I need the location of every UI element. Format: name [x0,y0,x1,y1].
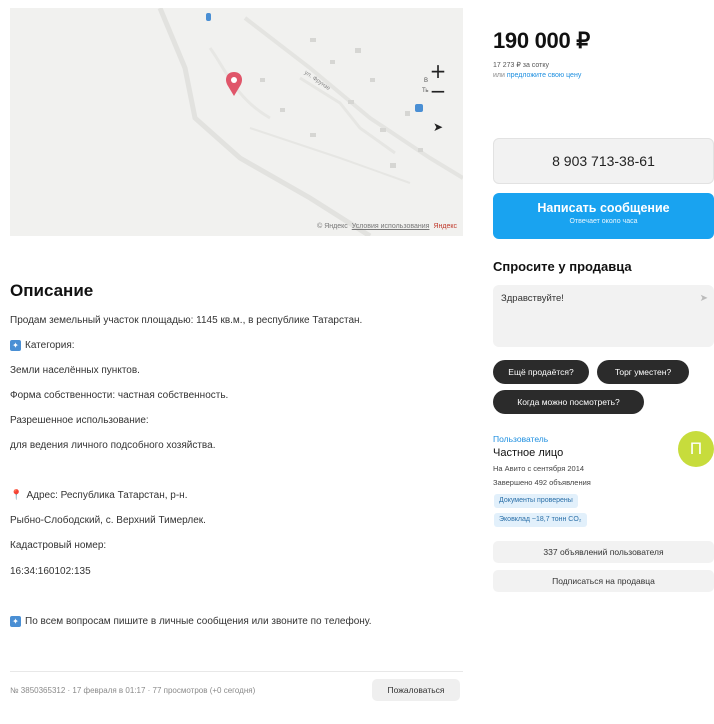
description-line-permitted-use: Разрешенное использование: [10,415,149,426]
response-time-label: Отвечает около часа [569,218,638,225]
geolocation-arrow-icon[interactable]: ➤ [427,116,449,138]
map-brand: Яндекс [433,223,457,230]
subscribe-seller-button[interactable]: Подписаться на продавца [493,570,714,592]
write-message-button[interactable]: Написать сообщение Отвечает около часа [493,193,714,239]
location-map[interactable]: ул. Фрунзе В Ть + − ➤ © Яндекс Условия и… [10,8,463,236]
offer-price-line: или предложите свою цену [493,72,582,79]
ask-seller-box: ➤ [493,285,714,347]
description-line-address-cont: Рыбно-Слободский, с. Верхний Тимерлек. [10,515,206,526]
description-title: Описание [10,281,94,300]
chip-when-to-view[interactable]: Когда можно посмотреть? [493,390,644,414]
info-square-icon: ✦ [10,616,21,627]
badge-eco-contribution: Эковклад ~18,7 тонн CO₂ [494,513,587,527]
footer-divider [10,671,463,672]
description-line-area: Продам земельный участок площадью: 1145 … [10,315,363,326]
description-line-permitted-use-value: для ведения личного подсобного хозяйства… [10,440,216,451]
description-line-category-value: Земли населённых пунктов. [10,365,140,376]
zoom-out-button[interactable]: − [427,80,449,102]
map-canvas [157,8,463,236]
seller-listings-button[interactable]: 337 объявлений пользователя [493,541,714,563]
avatar[interactable]: П [678,431,714,467]
description-line-ownership: Форма собственности: частная собственнос… [10,390,229,401]
price: 190 000 ₽ [493,28,590,53]
phone-button[interactable]: 8 903 713-38-61 [493,138,714,184]
map-terms-link[interactable]: Условия использования [352,223,430,230]
description-line-cadastral-value: 16:34:160102:135 [10,566,91,577]
map-copyright: © Яндекс [317,223,348,230]
chip-still-for-sale[interactable]: Ещё продаётся? [493,360,589,384]
description-line-contact: ✦ По всем вопросам пишите в личные сообщ… [10,616,372,627]
badge-documents-verified: Документы проверены [494,494,578,508]
ask-seller-title: Спросите у продавца [493,259,632,274]
listing-meta: № 3850365312 · 17 февраля в 01:17 · 77 п… [10,686,256,695]
ask-seller-input[interactable] [501,293,681,304]
description-line-category: ✦ Категория: [10,340,75,351]
map-footer: © Яндекс Условия использования Яндекс [317,223,457,230]
chip-bargain[interactable]: Торг уместен? [597,360,689,384]
seller-since: На Авито с сентября 2014 [493,464,585,473]
report-button[interactable]: Пожаловаться [372,679,460,701]
seller-name[interactable]: Частное лицо [493,447,563,459]
send-icon[interactable]: ➤ [700,293,708,304]
price-per-sotka: 17 273 ₽ за сотку [493,62,549,69]
location-pin-icon: 📍 [10,490,23,501]
info-square-icon: ✦ [10,340,21,351]
description-line-cadastral: Кадастровый номер: [10,540,107,551]
description-line-address: 📍 Адрес: Республика Татарстан, р-н. [10,490,188,501]
write-message-label: Написать сообщение [537,201,670,215]
seller-completed: Завершено 492 объявления [493,478,591,487]
seller-type-link[interactable]: Пользователь [493,434,548,444]
offer-price-link[interactable]: предложите свою цену [507,72,581,79]
